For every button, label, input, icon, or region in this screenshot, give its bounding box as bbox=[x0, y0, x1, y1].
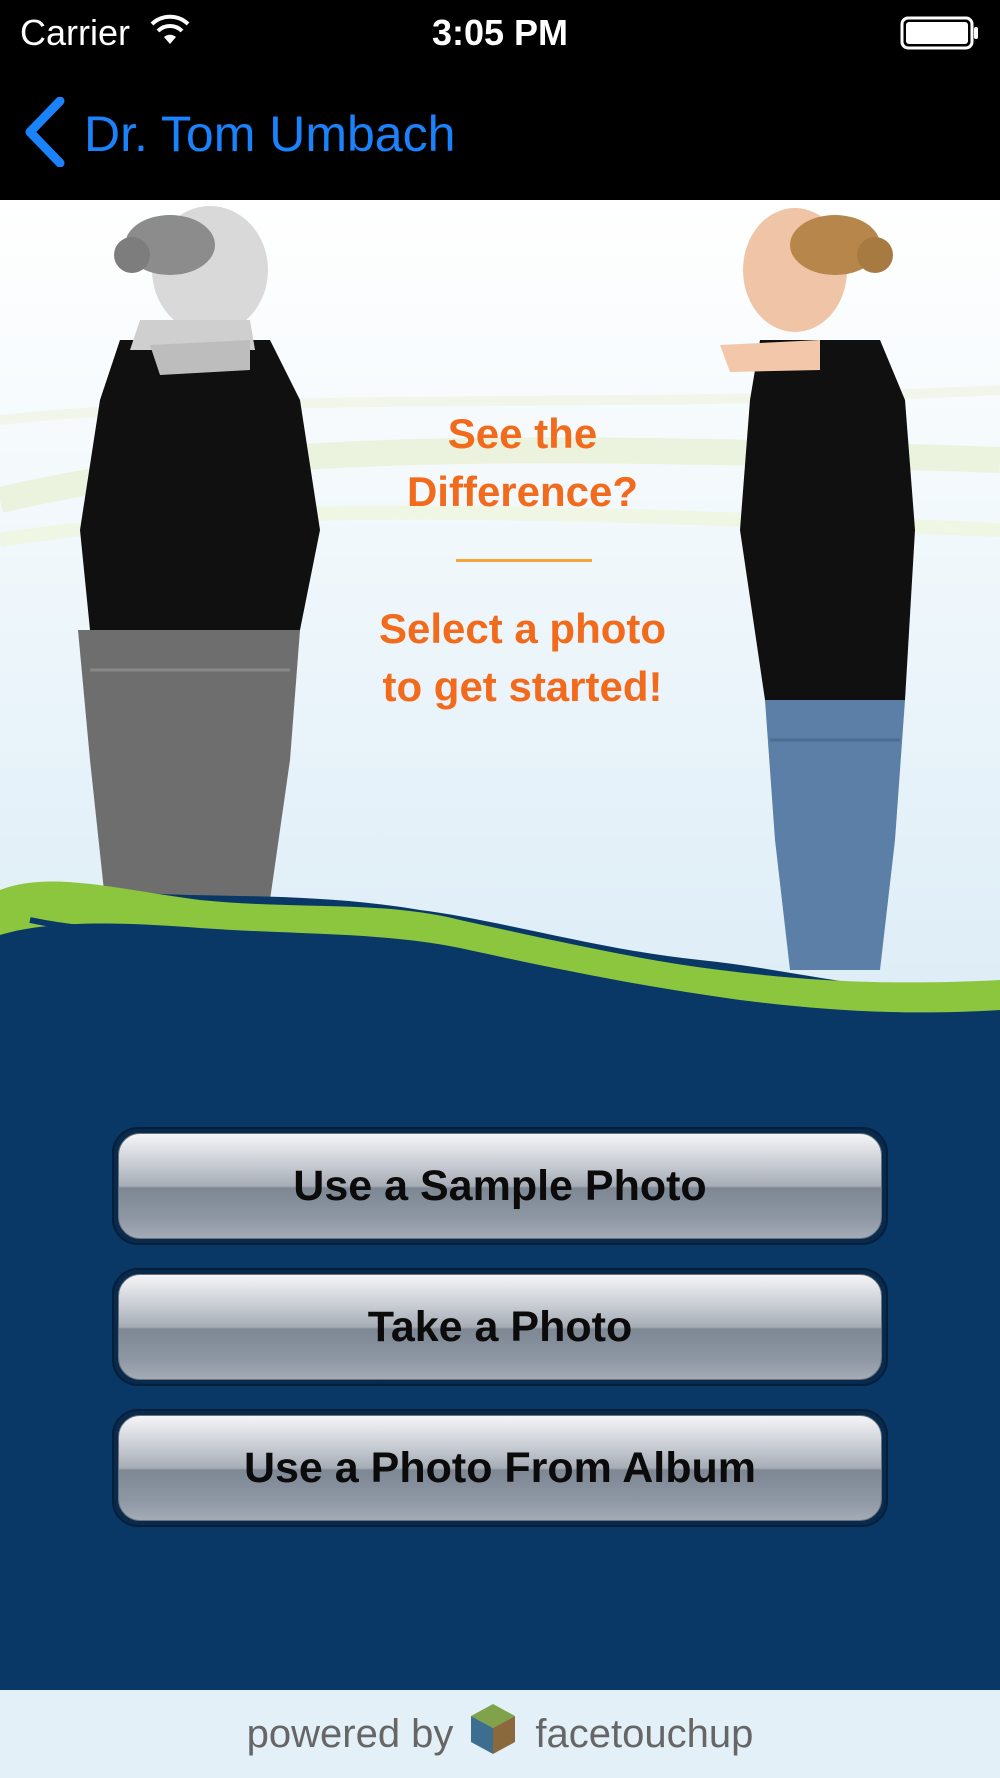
facetouchup-logo-icon bbox=[467, 1702, 519, 1766]
hero-subtitle-line2: to get started! bbox=[382, 663, 663, 710]
hero-title: See the Difference? bbox=[310, 405, 735, 521]
use-sample-photo-button[interactable]: Use a Sample Photo bbox=[118, 1133, 882, 1239]
album-photo-button-frame: Use a Photo From Album bbox=[112, 1409, 888, 1527]
hero-subtitle: Select a photo to get started! bbox=[310, 600, 735, 716]
sample-photo-button-frame: Use a Sample Photo bbox=[112, 1127, 888, 1245]
status-bar: Carrier 3:05 PM bbox=[0, 0, 1000, 66]
back-button-label: Dr. Tom Umbach bbox=[84, 106, 456, 162]
hero-subtitle-line1: Select a photo bbox=[378, 605, 667, 652]
chevron-left-icon bbox=[24, 96, 66, 172]
battery-icon bbox=[900, 16, 980, 55]
facetouchup-brand: facetouchup bbox=[535, 1711, 754, 1756]
powered-by-footer: powered by facetouchup bbox=[0, 1690, 1000, 1778]
take-photo-button[interactable]: Take a Photo bbox=[118, 1274, 882, 1380]
before-person-image bbox=[78, 206, 320, 900]
back-button[interactable]: Dr. Tom Umbach bbox=[24, 96, 455, 172]
navigation-bar: Dr. Tom Umbach bbox=[0, 66, 1000, 200]
powered-by-label: powered by bbox=[246, 1711, 454, 1756]
take-photo-button-frame: Take a Photo bbox=[112, 1268, 888, 1386]
clock: 3:05 PM bbox=[431, 12, 569, 53]
hero-title-line1: See the bbox=[447, 410, 598, 457]
hero-banner: See the Difference? Select a photo to ge… bbox=[0, 200, 1000, 1030]
after-person-image bbox=[720, 208, 915, 970]
use-photo-from-album-button[interactable]: Use a Photo From Album bbox=[118, 1415, 882, 1521]
divider bbox=[456, 559, 592, 562]
hero-title-line2: Difference? bbox=[406, 468, 639, 515]
